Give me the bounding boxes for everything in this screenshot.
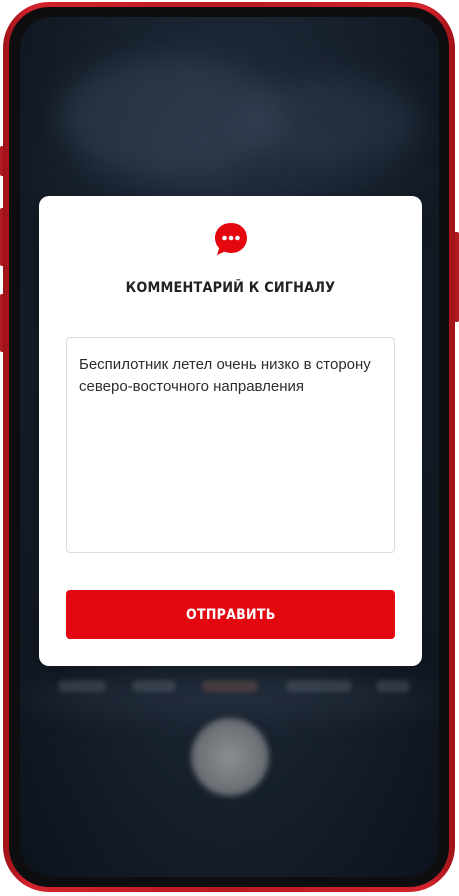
comment-input[interactable]: Беспилотник летел очень низко в сторону … <box>66 337 395 553</box>
camera-mode-item <box>202 680 258 692</box>
camera-mode-item <box>132 680 176 692</box>
send-button-label: ОТПРАВИТЬ <box>185 606 276 623</box>
device-mockup: КОММЕНТАРИЙ К СИГНАЛУ Беспилотник летел … <box>0 0 459 896</box>
send-button[interactable]: ОТПРАВИТЬ <box>66 590 395 639</box>
camera-mode-item <box>376 680 410 692</box>
signal-comment-dialog: КОММЕНТАРИЙ К СИГНАЛУ Беспилотник летел … <box>39 196 422 666</box>
chat-bubble-icon <box>215 223 247 255</box>
dialog-title: КОММЕНТАРИЙ К СИГНАЛУ <box>125 280 336 296</box>
camera-mode-item <box>58 680 106 692</box>
shutter-button <box>191 718 269 796</box>
blurred-scene <box>240 77 420 167</box>
camera-mode-item <box>286 680 352 692</box>
